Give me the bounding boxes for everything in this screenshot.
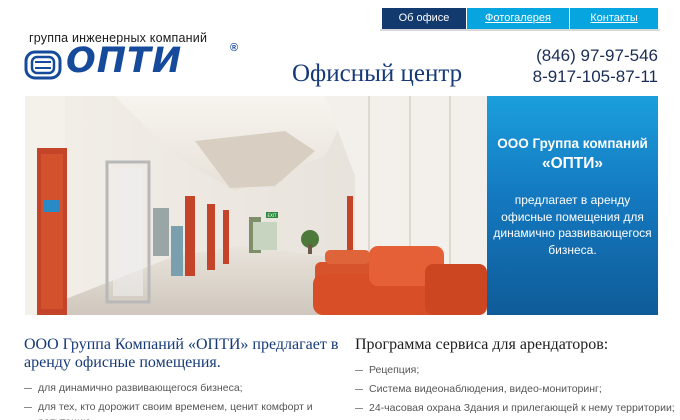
offer-list: для динамично развивающегося бизнеса; дл…	[24, 381, 344, 420]
list-item: для тех, кто дорожит своим временем, цен…	[24, 400, 344, 420]
logo[interactable]: ОПТИ	[22, 41, 242, 85]
phone-number-1: (846) 97-97-546	[536, 46, 658, 65]
phone-number-2: 8-917-105-87-11	[532, 67, 658, 86]
hero-banner: EXIT ООО Группа компаний «ОПТИ» предлага…	[25, 96, 658, 315]
logo-mark-icon	[24, 50, 62, 80]
list-item: для динамично развивающегося бизнеса;	[24, 381, 344, 396]
exit-sign-text: EXIT	[268, 213, 277, 218]
service-title: Программа сервиса для арендаторов:	[355, 336, 609, 353]
service-list: Рецепция; Система видеонаблюдения, видео…	[355, 363, 675, 416]
panel-description: предлагает в аренду офисные помещения дл…	[493, 193, 652, 257]
logo-wordmark: ОПТИ	[66, 41, 183, 81]
hero-info-panel: ООО Группа компаний «ОПТИ» предлагает в …	[487, 96, 658, 315]
top-nav: Об офисе Фотогалерея Контакты	[382, 8, 658, 29]
service-section: Программа сервиса для арендаторов: Рецеп…	[355, 336, 675, 420]
list-item: 24-часовая охрана Здания и прилегающей к…	[355, 401, 675, 416]
page-title: Офисный центр	[292, 60, 463, 87]
office-hallway-photo: EXIT	[25, 96, 487, 315]
nav-divider	[380, 29, 660, 31]
tab-contacts[interactable]: Контакты	[570, 8, 658, 29]
list-item: Рецепция;	[355, 363, 665, 378]
list-item: Система видеонаблюдения, видео-мониторин…	[355, 382, 665, 397]
panel-brand: «ОПТИ»	[541, 155, 604, 172]
registered-mark: ®	[230, 42, 239, 54]
offer-title: ООО Группа Компаний «ОПТИ» предлагает в …	[24, 336, 339, 371]
offer-section: ООО Группа Компаний «ОПТИ» предлагает в …	[24, 336, 344, 420]
tab-photo-gallery[interactable]: Фотогалерея	[467, 8, 570, 29]
tab-about-office[interactable]: Об офисе	[382, 8, 467, 29]
panel-title: ООО Группа компаний	[497, 136, 648, 151]
